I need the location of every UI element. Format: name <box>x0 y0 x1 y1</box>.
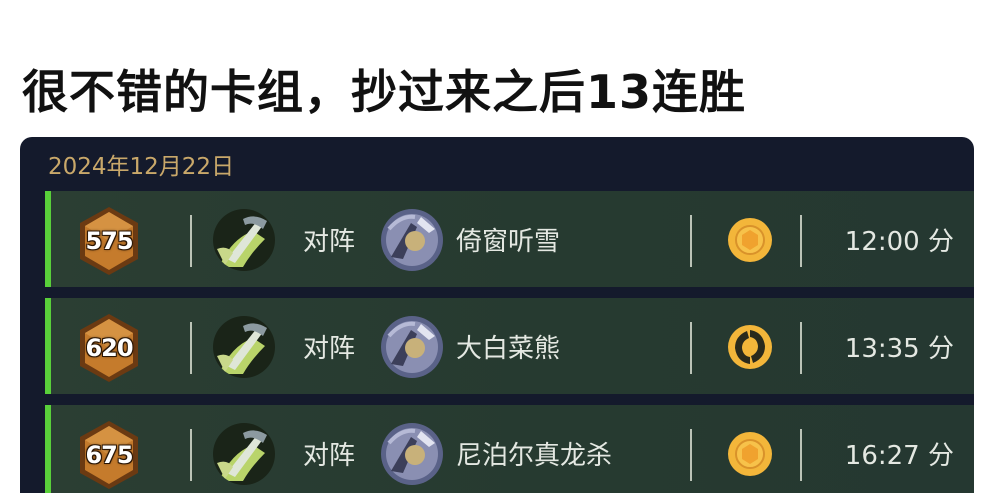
match-row[interactable]: 620 对阵 大白菜熊 13:35 分 <box>45 298 974 394</box>
gold-coin-icon <box>727 431 773 477</box>
player-hero-avatar[interactable] <box>213 316 275 378</box>
opponent-hero-avatar[interactable] <box>381 423 443 485</box>
vs-label: 对阵 <box>303 441 356 471</box>
win-indicator <box>45 191 51 287</box>
player-hero-avatar[interactable] <box>213 209 275 271</box>
vs-label: 对阵 <box>303 227 356 257</box>
divider <box>190 215 192 267</box>
match-history-panel: 2024年12月22日 575 对阵 倚窗听雪 12:00 分 620 对阵 大… <box>20 137 974 493</box>
match-duration: 12:00 分 <box>844 227 954 257</box>
match-duration: 13:35 分 <box>844 334 954 364</box>
win-indicator <box>45 405 51 493</box>
rank-number: 620 <box>85 334 133 362</box>
rank-badge-icon: 575 <box>76 205 142 277</box>
rank-badge-icon: 620 <box>76 312 142 384</box>
rank-number: 575 <box>85 227 133 255</box>
gold-swirl-icon <box>727 324 773 370</box>
match-duration: 16:27 分 <box>844 441 954 471</box>
rank-number: 675 <box>85 441 133 469</box>
divider <box>800 215 802 267</box>
match-date: 2024年12月22日 <box>48 154 235 180</box>
divider <box>800 429 802 481</box>
opponent-name: 尼泊尔真龙杀 <box>456 441 613 471</box>
opponent-name: 大白菜熊 <box>456 334 561 364</box>
post-title: 很不错的卡组，抄过来之后13连胜 <box>22 65 747 119</box>
opponent-hero-avatar[interactable] <box>381 316 443 378</box>
opponent-name: 倚窗听雪 <box>456 227 561 257</box>
match-row[interactable]: 575 对阵 倚窗听雪 12:00 分 <box>45 191 974 287</box>
player-hero-avatar[interactable] <box>213 423 275 485</box>
divider <box>690 322 692 374</box>
divider <box>690 215 692 267</box>
divider <box>190 429 192 481</box>
divider <box>800 322 802 374</box>
divider <box>190 322 192 374</box>
opponent-hero-avatar[interactable] <box>381 209 443 271</box>
gold-coin-icon <box>727 217 773 263</box>
win-indicator <box>45 298 51 394</box>
match-row[interactable]: 675 对阵 尼泊尔真龙杀 16:27 分 <box>45 405 974 493</box>
vs-label: 对阵 <box>303 334 356 364</box>
rank-badge-icon: 675 <box>76 419 142 491</box>
divider <box>690 429 692 481</box>
